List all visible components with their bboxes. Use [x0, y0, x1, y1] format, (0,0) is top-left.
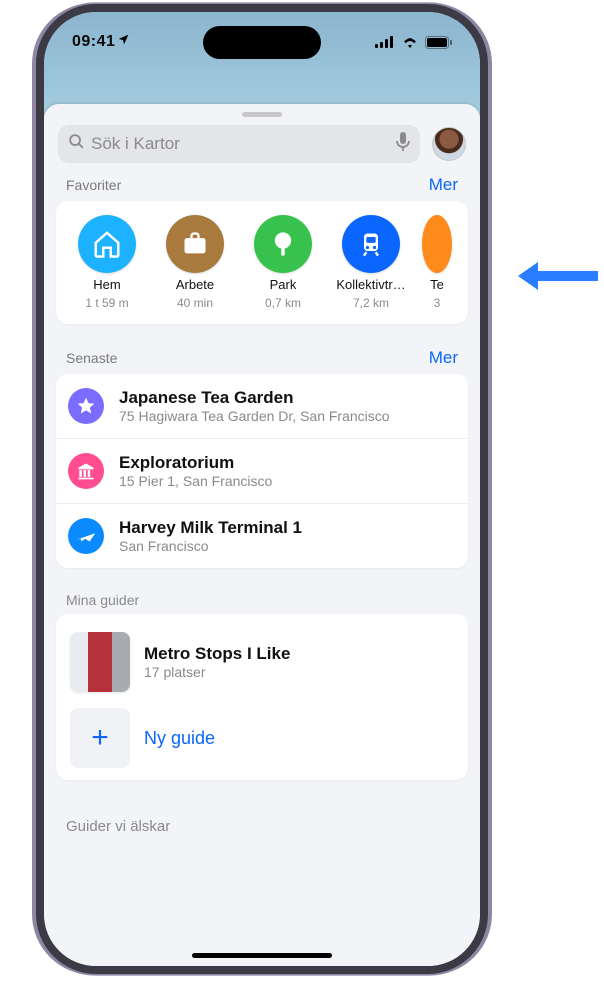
guides-card: Metro Stops I Like 17 platser + Ny guide — [56, 614, 468, 780]
annotation-arrow — [516, 246, 600, 306]
guides-we-love-title: Guider vi älskar — [44, 804, 480, 835]
guides-title: Mina guider — [66, 592, 139, 608]
search-field[interactable]: Sök i Kartor — [58, 125, 420, 163]
recent-row[interactable]: Japanese Tea Garden 75 Hagiwara Tea Gard… — [56, 374, 468, 438]
search-placeholder: Sök i Kartor — [91, 134, 180, 154]
favorites-title: Favoriter — [66, 177, 121, 193]
extra-icon — [422, 215, 452, 273]
phone-frame: 09:41 — [36, 4, 488, 974]
recents-more-link[interactable]: Mer — [429, 348, 458, 368]
wifi-icon — [401, 36, 419, 48]
sheet-grabber[interactable] — [242, 112, 282, 117]
battery-icon — [425, 36, 452, 49]
search-sheet: Sök i Kartor Favoriter Mer — [44, 104, 480, 966]
status-time: 09:41 — [72, 33, 115, 51]
tree-icon — [254, 215, 312, 273]
recents-card: Japanese Tea Garden 75 Hagiwara Tea Gard… — [56, 374, 468, 568]
profile-avatar[interactable] — [432, 127, 466, 161]
mic-icon[interactable] — [396, 132, 410, 157]
museum-icon — [68, 453, 104, 489]
recent-row[interactable]: Harvey Milk Terminal 1 San Francisco — [56, 503, 468, 568]
dynamic-island — [203, 26, 321, 59]
cellular-signal-icon — [375, 36, 395, 48]
search-icon — [68, 133, 85, 155]
favorites-more-link[interactable]: Mer — [429, 175, 458, 195]
plane-icon — [68, 518, 104, 554]
favorites-scroll[interactable]: Hem 1 t 59 m Arbete 40 min — [56, 201, 468, 324]
briefcase-icon — [166, 215, 224, 273]
favorite-work[interactable]: Arbete 40 min — [152, 215, 238, 310]
favorites-card: Hem 1 t 59 m Arbete 40 min — [56, 201, 468, 324]
recent-row[interactable]: Exploratorium 15 Pier 1, San Francisco — [56, 438, 468, 503]
star-icon — [68, 388, 104, 424]
recents-title: Senaste — [66, 350, 117, 366]
train-icon — [342, 215, 400, 273]
screen: 09:41 — [44, 12, 480, 966]
home-icon — [78, 215, 136, 273]
favorite-park[interactable]: Park 0,7 km — [240, 215, 326, 310]
favorite-extra[interactable]: Te 3 — [416, 215, 458, 310]
favorite-transit[interactable]: Kollektivtr… 7,2 km — [328, 215, 414, 310]
guide-row[interactable]: Metro Stops I Like 17 platser — [68, 624, 456, 700]
new-guide-button[interactable]: + Ny guide — [68, 700, 456, 776]
location-arrow-icon — [117, 33, 130, 51]
guide-thumbnail — [70, 632, 130, 692]
favorite-home[interactable]: Hem 1 t 59 m — [64, 215, 150, 310]
plus-icon: + — [70, 708, 130, 768]
home-indicator[interactable] — [192, 953, 332, 958]
